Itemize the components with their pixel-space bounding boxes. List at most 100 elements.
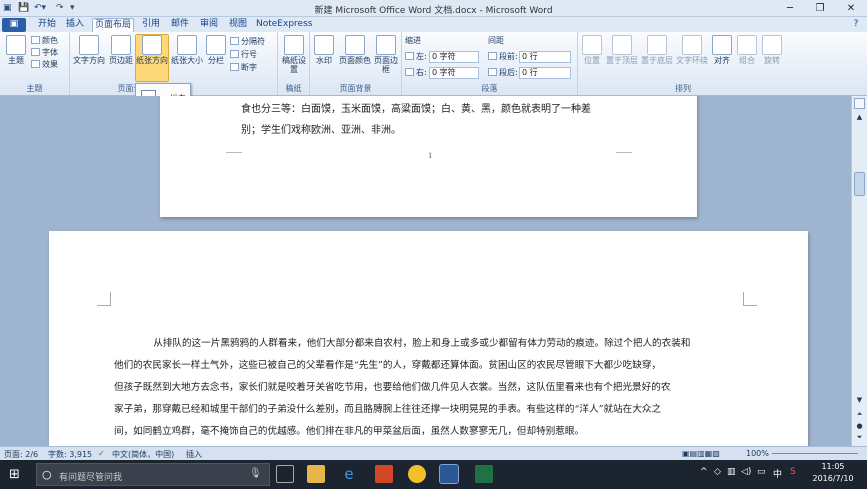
sogou-ime-icon[interactable]: S [790,467,796,477]
scroll-thumb[interactable] [854,172,865,196]
colors-icon [31,36,40,44]
volume-icon[interactable]: ◁) [741,467,751,477]
task-view-icon[interactable] [276,465,294,483]
tab-insert[interactable]: 插入 [64,18,86,32]
page2-margin-mark-left [97,292,111,306]
proofing-icon[interactable]: ✓ [98,449,105,458]
excel-icon[interactable] [475,465,493,483]
language-status[interactable]: 中文(简体，中国) [112,449,174,460]
page2-line-4[interactable]: 家子弟，那穿戴已经和城里干部们的子弟没什么差别，而且胳膊腕上往往还撑一块明晃晃的… [114,401,661,415]
theme-colors-button[interactable]: 颜色 [31,35,58,46]
indent-right-icon [405,68,414,76]
tab-page-layout[interactable]: 页面布局 [92,18,134,32]
vertical-scrollbar[interactable]: ▲ ▼ ⏶ ● ⏷ [851,96,867,446]
tab-view[interactable]: 视图 [227,18,249,32]
tab-mailings[interactable]: 邮件 [169,18,191,32]
page1-line-1[interactable]: 食也分三等：白面馍，玉米面馍，高粱面馍；白、黄、黑，颜色就表明了一种差 [241,100,591,115]
close-button[interactable]: ✕ [836,0,866,17]
rotate-button[interactable]: 旋转 [760,35,784,65]
spacing-before-field[interactable]: 0 行 [519,51,571,63]
hyphenation-icon [230,63,239,71]
browse-object-icon[interactable]: ● [854,422,865,433]
cortana-search-box[interactable]: ○ 有问题尽管问我 🎙 [36,463,270,486]
edge-browser-icon[interactable]: e [340,465,358,483]
breaks-button[interactable]: 分隔符 [230,36,265,47]
orientation-button[interactable]: 纸张方向 [135,34,169,82]
page2-line-2[interactable]: 他们的农民家长一样土气外，这些已被自己的父辈看作是“先生”的人，穿戴都还算体面。… [114,357,661,371]
page2-line-3[interactable]: 但孩子既然到大地方去念书，家长们就是咬着牙关省吃节用，也要给他们做几件见人衣裳。… [114,379,670,393]
paper-size-button[interactable]: 纸张大小 [170,35,204,65]
tray-app-icon[interactable]: ◇ [714,467,721,477]
columns-icon [206,35,226,55]
clock-time[interactable]: 11:05 [808,462,858,471]
previous-page-icon[interactable]: ⏶ [854,410,865,421]
page-count-status[interactable]: 页面: 2/6 [4,449,38,460]
indent-right-label: 右: [405,67,427,78]
network-icon[interactable]: ▥ [727,467,736,477]
align-button[interactable]: 对齐 [710,35,734,65]
word-taskbar-icon[interactable] [439,464,459,484]
page1-line-2[interactable]: 别；学生们戏称欧洲、亚洲、非洲。 [241,121,401,136]
page-number: 1 [428,152,433,160]
scroll-down-icon[interactable]: ▼ [854,396,865,407]
text-wrap-button[interactable]: 文字环绕 [675,35,709,65]
page-background-group-label: 页面背景 [339,84,372,93]
tray-chevron-icon[interactable]: ^ [700,467,708,477]
ime-indicator[interactable]: 中 [773,467,782,480]
spacing-after-field[interactable]: 0 行 [519,67,571,79]
microphone-icon[interactable]: 🎙 [249,468,262,479]
send-to-back-button[interactable]: 置于底层 [640,35,674,65]
group-button[interactable]: 组合 [735,35,759,65]
text-direction-button[interactable]: 文字方向 [72,35,106,65]
help-icon[interactable]: ? [850,18,862,32]
tab-review[interactable]: 审阅 [198,18,220,32]
windows-start-icon[interactable]: ⊞ [9,467,20,482]
manuscript-group: 稿纸设置 稿纸 [278,32,310,95]
spacing-label: 间距 [488,36,504,45]
page2-line-5[interactable]: 间，如同鹤立鸡群，毫不掩饰自己的优越感。他们排在非凡的甲菜盆后面，虽然人数寥寥无… [114,423,584,437]
text-wrap-icon [682,35,702,55]
office-button[interactable]: ▣ [2,18,26,32]
page-color-button[interactable]: 页面颜色 [337,35,373,65]
indent-right-field[interactable]: 0 字符 [429,67,479,79]
file-explorer-icon[interactable] [307,465,325,483]
tab-noteexpress[interactable]: NoteExpress [256,18,312,32]
indent-left-icon [405,52,414,60]
page2-line-1[interactable]: 从排队的这一片黑鸦鸦的人群看来，他们大部分都来自农村，脸上和身上或多或少都留有体… [134,335,690,349]
indent-left-label: 左: [405,51,427,62]
page-borders-button[interactable]: 页面边框 [374,35,398,74]
theme-fonts-button[interactable]: 字体 [31,47,58,58]
bring-to-front-button[interactable]: 置于顶层 [605,35,639,65]
view-buttons[interactable]: ▣▤▥▦▧ [682,449,720,458]
tab-home[interactable]: 开始 [36,18,58,32]
ribbon: 主题 颜色 字体 效果 主题 文字方向 页边距 纸张方向 纸张大小 分栏 分隔符… [0,32,867,96]
clock-date[interactable]: 2016/7/10 [808,474,858,483]
columns-button[interactable]: 分栏 [205,35,227,65]
line-numbers-button[interactable]: 行号 [230,49,257,60]
insert-mode-status[interactable]: 插入 [186,449,202,460]
hyphenation-button[interactable]: 断字 [230,62,257,73]
theme-button[interactable]: 主题 [3,35,29,65]
theme-icon [6,35,26,55]
spacing-after-icon [488,68,497,76]
zoom-slider[interactable] [772,453,858,454]
minimize-button[interactable]: ─ [775,0,805,17]
powerpoint-icon[interactable] [375,465,393,483]
ruler-toggle-icon[interactable] [854,98,865,109]
tab-references[interactable]: 引用 [140,18,162,32]
restore-button[interactable]: ❐ [805,0,835,17]
next-page-icon[interactable]: ⏷ [854,433,865,444]
notification-icon[interactable]: ▭ [757,467,766,477]
watermark-button[interactable]: 水印 [312,35,336,65]
page1-crop-mark-right [616,152,632,153]
manuscript-settings-button[interactable]: 稿纸设置 [281,35,307,74]
word-count-status[interactable]: 字数: 3,915 [48,449,92,460]
chrome-icon[interactable] [408,465,426,483]
indent-left-field[interactable]: 0 字符 [429,51,479,63]
scroll-up-icon[interactable]: ▲ [854,112,865,123]
theme-effects-button[interactable]: 效果 [31,59,58,70]
paragraph-group-label: 段落 [481,84,498,93]
zoom-level[interactable]: 100% [746,449,769,458]
margins-button[interactable]: 页边距 [108,35,134,65]
position-button[interactable]: 位置 [580,35,604,65]
